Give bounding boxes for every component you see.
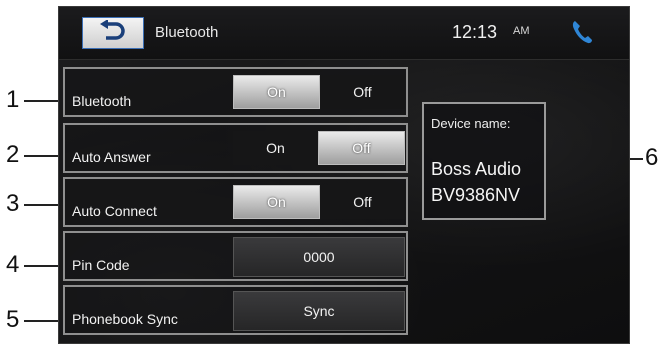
pin-code-row: Pin Code 0000 bbox=[63, 231, 408, 281]
bluetooth-row: Bluetooth On Off bbox=[63, 67, 408, 117]
auto-connect-row: Auto Connect On Off bbox=[63, 177, 408, 227]
phonebook-sync-label: Phonebook Sync bbox=[72, 311, 178, 327]
callout-5: 5 bbox=[6, 306, 20, 333]
auto-connect-off-option[interactable]: Off bbox=[320, 185, 405, 219]
callout-1: 1 bbox=[6, 86, 20, 113]
pin-code-label: Pin Code bbox=[72, 257, 130, 273]
page-title: Bluetooth bbox=[155, 24, 219, 41]
callout-line-1 bbox=[24, 100, 62, 102]
pin-code-field[interactable]: 0000 bbox=[233, 237, 405, 277]
bluetooth-settings-screen: Bluetooth 12:13 AM Bluetooth On Off Auto… bbox=[58, 6, 630, 344]
auto-answer-row: Auto Answer On Off bbox=[63, 123, 408, 173]
back-arrow-icon bbox=[98, 18, 128, 47]
auto-answer-on-option[interactable]: On bbox=[233, 131, 318, 165]
sync-button[interactable]: Sync bbox=[233, 291, 405, 331]
device-name-line-1: Boss Audio bbox=[431, 159, 522, 179]
clock-time: 12:13 bbox=[452, 22, 498, 42]
auto-connect-label: Auto Connect bbox=[72, 203, 157, 219]
bluetooth-off-option[interactable]: Off bbox=[320, 75, 405, 109]
callout-line-3 bbox=[24, 204, 62, 206]
callout-line-2 bbox=[24, 155, 62, 157]
device-name-panel: Device name: Boss Audio BV9386NV bbox=[422, 102, 546, 220]
device-name-line-2: BV9386NV bbox=[431, 185, 521, 205]
auto-answer-toggle: On Off bbox=[233, 131, 405, 165]
callout-line-4 bbox=[24, 265, 62, 267]
auto-answer-off-option[interactable]: Off bbox=[318, 131, 405, 165]
callout-6: 6 bbox=[645, 144, 659, 171]
bluetooth-toggle: On Off bbox=[233, 75, 405, 109]
bluetooth-on-option[interactable]: On bbox=[233, 75, 320, 109]
device-name-value: Boss Audio BV9386NV bbox=[431, 156, 521, 208]
auto-connect-toggle: On Off bbox=[233, 185, 405, 219]
phone-icon[interactable] bbox=[570, 19, 594, 45]
bluetooth-label: Bluetooth bbox=[72, 93, 132, 109]
clock-ampm: AM bbox=[513, 25, 530, 37]
top-bar: Bluetooth 12:13 AM bbox=[59, 7, 629, 60]
callout-line-5 bbox=[24, 320, 62, 322]
callout-4: 4 bbox=[6, 251, 20, 278]
callout-2: 2 bbox=[6, 141, 20, 168]
back-button[interactable] bbox=[82, 17, 144, 49]
auto-answer-label: Auto Answer bbox=[72, 149, 151, 165]
phonebook-sync-row: Phonebook Sync Sync bbox=[63, 285, 408, 335]
device-name-label: Device name: bbox=[431, 116, 511, 131]
auto-connect-on-option[interactable]: On bbox=[233, 185, 320, 219]
callout-3: 3 bbox=[6, 190, 20, 217]
